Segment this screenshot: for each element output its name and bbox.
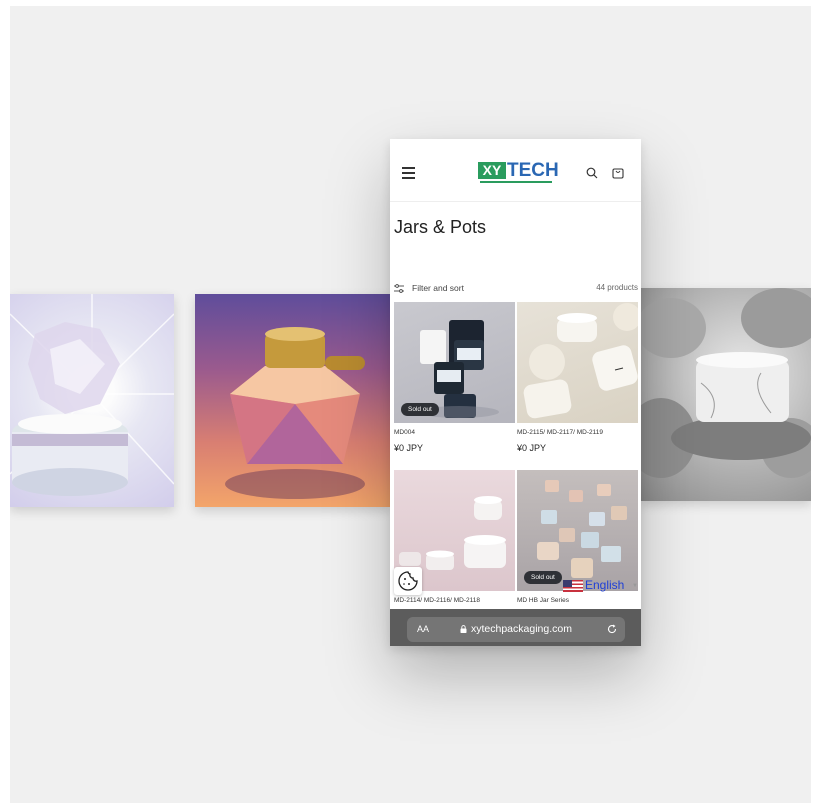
site-header: XY TECH <box>390 139 641 202</box>
product-image[interactable]: Sold out <box>394 302 515 423</box>
reload-icon[interactable] <box>606 623 618 635</box>
photo-perfume-bottle <box>195 294 391 507</box>
product-image[interactable] <box>517 302 638 423</box>
photo-crystal-jar <box>10 294 174 507</box>
product-card[interactable]: Sold out MD HB Jar Series <box>517 470 638 604</box>
product-name[interactable]: MD HB Jar Series <box>517 597 569 604</box>
cookie-icon <box>398 571 418 591</box>
cart-icon[interactable] <box>612 166 624 179</box>
photo-stone-jar <box>641 288 811 501</box>
url-field[interactable]: AA xytechpackaging.com <box>407 617 625 642</box>
product-price: ¥0 JPY <box>394 443 424 453</box>
product-card[interactable]: MD-2115/ MD-2117/ MD-2119 ¥0 JPY <box>517 302 638 453</box>
showcase-stage: XY TECH Jars & Pots Filter and sort 44 p… <box>10 6 811 803</box>
lock-icon <box>460 625 467 633</box>
language-label: English <box>585 578 625 592</box>
logo-tech-text: TECH <box>507 160 559 181</box>
url-text: xytechpackaging.com <box>471 623 572 635</box>
product-name[interactable]: MD-2115/ MD-2117/ MD-2119 <box>517 429 603 436</box>
product-name[interactable]: MD-2114/ MD-2116/ MD-2118 <box>394 597 480 604</box>
logo-xy-mark: XY <box>478 162 506 179</box>
filter-row: Filter and sort 44 products <box>394 282 638 296</box>
filter-icon[interactable] <box>394 284 404 293</box>
product-card[interactable]: Sold out MD004 ¥0 JPY <box>394 302 515 453</box>
chevron-down-icon: ▼ <box>632 583 638 589</box>
text-size-button[interactable]: AA <box>417 624 429 634</box>
product-count: 44 products <box>596 283 638 292</box>
phone-screen: XY TECH Jars & Pots Filter and sort 44 p… <box>390 139 641 646</box>
menu-icon[interactable] <box>402 167 415 179</box>
filter-sort-button[interactable]: Filter and sort <box>412 283 464 293</box>
product-price: ¥0 JPY <box>517 443 547 453</box>
product-name[interactable]: MD004 <box>394 429 415 436</box>
search-icon[interactable] <box>586 167 598 179</box>
us-flag-canton <box>563 580 572 587</box>
sold-out-badge: Sold out <box>524 571 562 584</box>
product-image[interactable]: Sold out <box>517 470 638 591</box>
browser-address-bar: AA xytechpackaging.com <box>390 609 641 646</box>
cookie-button[interactable] <box>394 567 422 595</box>
language-selector[interactable]: English ▼ <box>563 578 638 592</box>
logo-underline <box>480 181 552 183</box>
site-logo[interactable]: XY TECH <box>478 160 559 186</box>
sold-out-badge: Sold out <box>401 403 439 416</box>
page-title: Jars & Pots <box>394 217 487 237</box>
